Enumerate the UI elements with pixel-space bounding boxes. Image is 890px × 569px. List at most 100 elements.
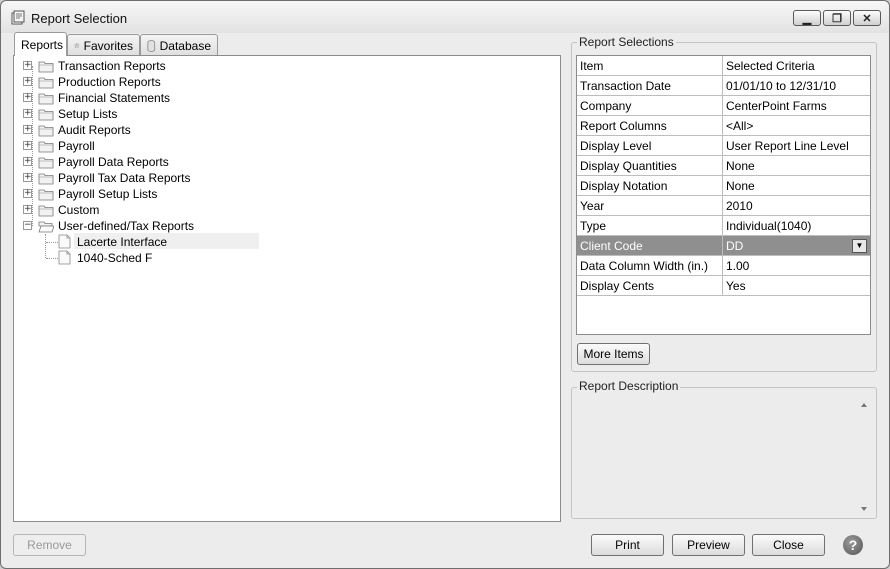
tree-folder-payroll-tax-data-reports[interactable]: + Payroll Tax Data Reports [14, 170, 554, 186]
grid-criteria[interactable]: <All> [723, 116, 870, 136]
grid-item: Display Quantities [577, 156, 723, 176]
tree-folder-custom[interactable]: + Custom [14, 202, 554, 218]
minimize-button[interactable]: ▁ [793, 10, 821, 26]
grid-criteria[interactable]: 1.00 [723, 256, 870, 276]
folder-icon [38, 189, 54, 201]
folder-icon [38, 61, 54, 73]
tree-item-label: 1040-Sched F [77, 251, 153, 265]
report-tree[interactable]: + Transaction Reports + Production Repor… [13, 55, 561, 522]
folder-icon [38, 77, 54, 89]
print-button[interactable]: Print [591, 534, 664, 556]
expand-icon[interactable]: + [23, 109, 32, 118]
tree-item-label: Lacerte Interface [77, 235, 168, 249]
criteria-grid[interactable]: Item Selected Criteria Transaction Date … [576, 55, 871, 335]
grid-item: Report Columns [577, 116, 723, 136]
tree-folder-audit-reports[interactable]: + Audit Reports [14, 122, 554, 138]
expand-icon[interactable]: + [23, 141, 32, 150]
grid-row-company[interactable]: Company CenterPoint Farms [577, 96, 870, 116]
tree-folder-transaction-reports[interactable]: + Transaction Reports [14, 58, 554, 74]
header-selected-criteria: Selected Criteria [726, 59, 815, 73]
window-title: Report Selection [31, 11, 128, 26]
grid-item: Type [577, 216, 723, 236]
grid-item: Data Column Width (in.) [577, 256, 723, 276]
expand-icon[interactable]: + [23, 125, 32, 134]
tab-database[interactable]: Database [140, 34, 218, 56]
expand-icon[interactable]: + [23, 157, 32, 166]
expand-icon[interactable]: + [23, 93, 32, 102]
help-icon[interactable]: ? [843, 535, 863, 555]
grid-criteria[interactable]: None [723, 156, 870, 176]
tree-folder-payroll-data-reports[interactable]: + Payroll Data Reports [14, 154, 554, 170]
grid-row-report-columns[interactable]: Report Columns <All> [577, 116, 870, 136]
grid-criteria[interactable]: CenterPoint Farms [723, 96, 870, 116]
tab-favorites-label: Favorites [83, 38, 133, 53]
tree-folder-label: Custom [58, 203, 100, 217]
scroll-arrows-icon [861, 403, 867, 511]
close-window-button[interactable]: ✕ [853, 10, 881, 26]
grid-criteria[interactable]: User Report Line Level [723, 136, 870, 156]
tree-item-lacerte-interface[interactable]: Lacerte Interface [14, 234, 554, 250]
tree-folder-label: Financial Statements [58, 91, 171, 105]
grid-row-display-cents[interactable]: Display Cents Yes [577, 276, 870, 296]
tab-reports[interactable]: Reports [14, 32, 67, 56]
more-items-button[interactable]: More Items [577, 343, 650, 365]
grid-row-data-column-width[interactable]: Data Column Width (in.) 1.00 [577, 256, 870, 276]
tree-folder-setup-lists[interactable]: + Setup Lists [14, 106, 554, 122]
expand-icon[interactable]: + [23, 189, 32, 198]
database-icon [147, 39, 156, 52]
tree-folder-user-defined-tax-reports[interactable]: − User-defined/Tax Reports [14, 218, 554, 234]
grid-row-transaction-date[interactable]: Transaction Date 01/01/10 to 12/31/10 [577, 76, 870, 96]
grid-criteria-dropdown[interactable]: DD [723, 236, 870, 256]
folder-icon [38, 157, 54, 169]
grid-item: Year [577, 196, 723, 216]
grid-row-display-level[interactable]: Display Level User Report Line Level [577, 136, 870, 156]
tree-folder-label: Payroll Data Reports [58, 155, 169, 169]
collapse-icon[interactable]: − [23, 221, 32, 230]
report-selections-title: Report Selections [577, 35, 676, 49]
tree-folder-label: Setup Lists [58, 107, 118, 121]
description-scrollbar[interactable] [857, 397, 871, 517]
tree-folder-label: Payroll [58, 139, 95, 153]
grid-row-display-notation[interactable]: Display Notation None [577, 176, 870, 196]
grid-item: Client Code [577, 236, 723, 256]
grid-criteria[interactable]: 01/01/10 to 12/31/10 [723, 76, 870, 96]
tab-favorites[interactable]: Favorites [67, 34, 140, 56]
expand-icon[interactable]: + [23, 61, 32, 70]
header-item: Item [577, 56, 723, 76]
grid-criteria[interactable]: 2010 [723, 196, 870, 216]
close-button[interactable]: Close [752, 534, 825, 556]
document-icon [58, 234, 71, 249]
tree-folder-label: Audit Reports [58, 123, 131, 137]
expand-icon[interactable]: + [23, 205, 32, 214]
tree-folder-label: Production Reports [58, 75, 161, 89]
remove-button[interactable]: Remove [13, 534, 86, 556]
folder-open-icon [38, 221, 54, 233]
grid-criteria[interactable]: Yes [723, 276, 870, 296]
grid-item: Transaction Date [577, 76, 723, 96]
star-icon [74, 42, 80, 49]
maximize-button[interactable]: ❐ [823, 10, 851, 26]
grid-criteria[interactable]: Individual(1040) [723, 216, 870, 236]
chevron-down-icon[interactable]: ▼ [852, 239, 867, 253]
grid-criteria[interactable]: None [723, 176, 870, 196]
preview-button[interactable]: Preview [672, 534, 745, 556]
grid-row-client-code[interactable]: Client Code DD ▼ [577, 236, 870, 256]
grid-row-type[interactable]: Type Individual(1040) [577, 216, 870, 236]
report-app-icon [11, 10, 25, 25]
expand-icon[interactable]: + [23, 77, 32, 86]
tree-item-1040-sched-f[interactable]: 1040-Sched F [14, 250, 554, 266]
title-bar[interactable]: Report Selection ▁ ❐ ✕ [1, 1, 889, 33]
grid-header: Item Selected Criteria [577, 56, 870, 76]
tree-folder-payroll-setup-lists[interactable]: + Payroll Setup Lists [14, 186, 554, 202]
expand-icon[interactable]: + [23, 173, 32, 182]
tree-folder-financial-statements[interactable]: + Financial Statements [14, 90, 554, 106]
grid-row-display-quantities[interactable]: Display Quantities None [577, 156, 870, 176]
tree-folder-label: User-defined/Tax Reports [58, 219, 195, 233]
tree-folder-payroll[interactable]: + Payroll [14, 138, 554, 154]
folder-icon [38, 173, 54, 185]
grid-item: Display Cents [577, 276, 723, 296]
grid-item: Company [577, 96, 723, 116]
grid-row-year[interactable]: Year 2010 [577, 196, 870, 216]
tree-folder-label: Payroll Tax Data Reports [58, 171, 191, 185]
tree-folder-production-reports[interactable]: + Production Reports [14, 74, 554, 90]
